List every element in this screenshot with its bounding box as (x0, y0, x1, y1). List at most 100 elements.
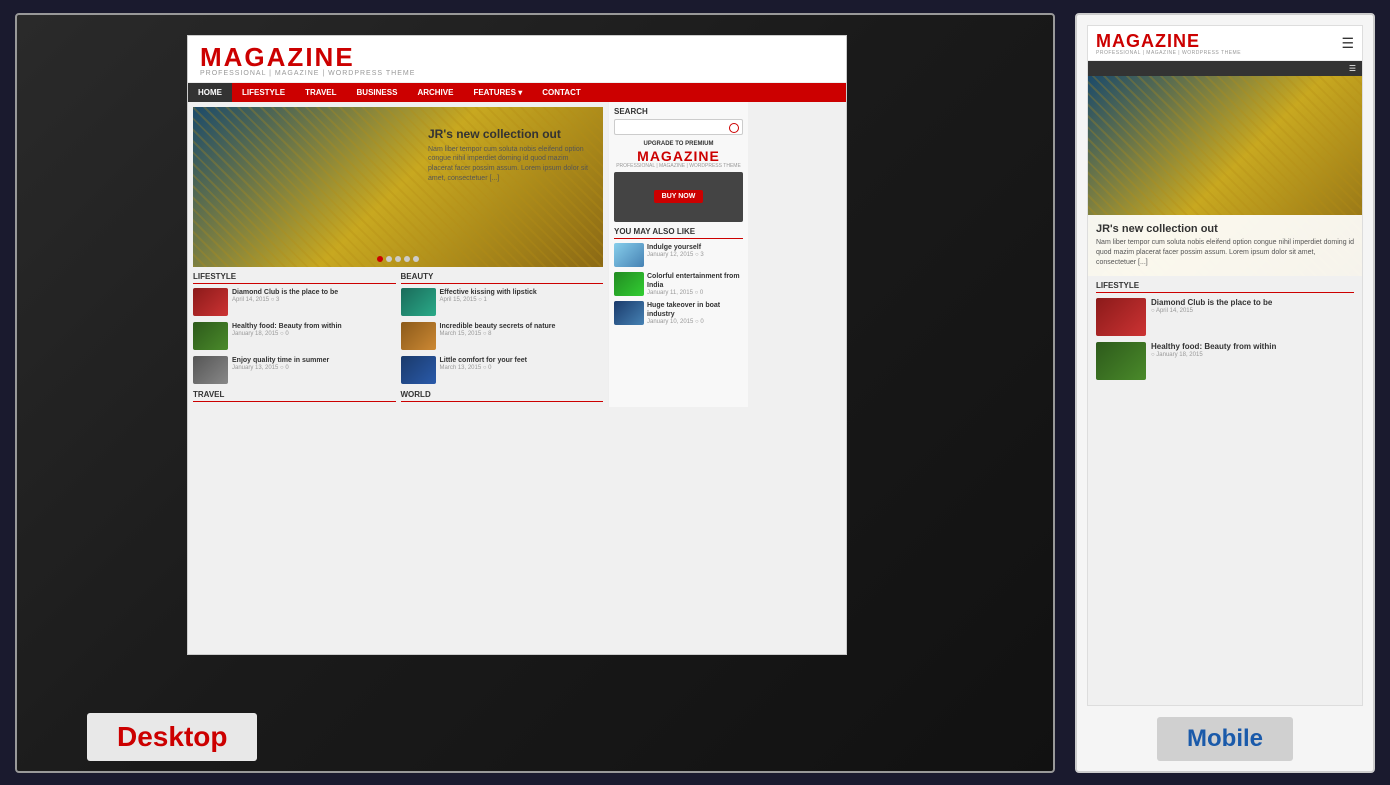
beauty-section: BEAUTY Effective kissing with lipstick A… (401, 272, 604, 402)
article-image (193, 288, 228, 316)
article-title: Little comfort for your feet (440, 356, 528, 365)
article-meta: March 15, 2015 ○ 8 (440, 331, 556, 337)
lifestyle-title: LIFESTYLE (193, 272, 396, 284)
mobile-logo-area: MAGAZINE PROFESSIONAL | MAGAZINE | WORDP… (1096, 32, 1241, 56)
article-title: Effective kissing with lipstick (440, 288, 537, 297)
mobile-mag-tagline: PROFESSIONAL | MAGAZINE | WORDPRESS THEM… (1096, 50, 1241, 56)
list-item: Incredible beauty secrets of nature Marc… (401, 322, 604, 350)
article-title: Indulge yourself (647, 243, 704, 252)
mobile-article-title: Healthy food: Beauty from within (1151, 342, 1276, 352)
carousel-dots (377, 256, 419, 262)
list-item: Colorful entertainment from India Januar… (614, 272, 743, 296)
mobile-magazine-mockup: MAGAZINE PROFESSIONAL | MAGAZINE | WORDP… (1087, 25, 1363, 706)
dot-3[interactable] (395, 256, 401, 262)
dot-1[interactable] (377, 256, 383, 262)
article-title: Colorful entertainment from India (647, 272, 743, 290)
article-text: Enjoy quality time in summer January 13,… (232, 356, 329, 384)
mobile-article-title: Diamond Club is the place to be (1151, 298, 1272, 308)
mag-hero-text: JR's new collection out Nam liber tempor… (428, 127, 588, 184)
article-thumbnail (614, 301, 644, 325)
article-meta: April 14, 2015 ○ 3 (232, 297, 338, 303)
article-thumbnail (614, 243, 644, 267)
article-text: Huge takeover in boat industry January 1… (647, 301, 743, 325)
article-meta: March 13, 2015 ○ 0 (440, 365, 528, 371)
mobile-article-meta: ○ January 18, 2015 (1151, 352, 1276, 358)
article-meta: January 12, 2015 ○ 3 (647, 252, 704, 258)
list-item: Indulge yourself January 12, 2015 ○ 3 (614, 243, 743, 267)
mag-hero: JR's new collection out Nam liber tempor… (193, 107, 603, 267)
nav-lifestyle[interactable]: LIFESTYLE (232, 83, 295, 102)
hero-description: Nam liber tempor cum soluta nobis eleife… (428, 145, 588, 184)
mobile-mag-logo: MAGAZINE (1096, 32, 1241, 50)
article-text: Little comfort for your feet March 13, 2… (440, 356, 528, 384)
dot-4[interactable] (404, 256, 410, 262)
mag-logo: MAGAZINE (200, 44, 834, 70)
mag-tagline: PROFESSIONAL | MAGAZINE | WORDPRESS THEM… (200, 70, 834, 77)
mobile-menu-indicator: ☰ (1349, 64, 1356, 73)
article-image (401, 322, 436, 350)
nav-business[interactable]: BUSINESS (347, 83, 408, 102)
buy-now-button[interactable]: BUY NOW (654, 190, 704, 203)
desktop-label-box: Desktop (87, 713, 257, 761)
list-item: Diamond Club is the place to be April 14… (193, 288, 396, 316)
lifestyle-section: LIFESTYLE Diamond Club is the place to b… (193, 272, 396, 402)
article-text: Healthy food: Beauty from within January… (232, 322, 342, 350)
list-item: Diamond Club is the place to be ○ April … (1096, 298, 1354, 336)
mobile-article-image (1096, 298, 1146, 336)
article-thumbnail (614, 272, 644, 296)
article-text: Indulge yourself January 12, 2015 ○ 3 (647, 243, 704, 267)
article-text: Incredible beauty secrets of nature Marc… (440, 322, 556, 350)
article-image (193, 322, 228, 350)
upgrade-preview-image: BUY NOW (614, 172, 743, 222)
mobile-lifestyle-title: LIFESTYLE (1096, 281, 1354, 293)
travel-label: TRAVEL (193, 390, 396, 402)
article-text: Colorful entertainment from India Januar… (647, 272, 743, 296)
dot-5[interactable] (413, 256, 419, 262)
nav-travel[interactable]: TRAVEL (295, 83, 346, 102)
upgrade-tagline: PROFESSIONAL | MAGAZINE | WORDPRESS THEM… (614, 163, 743, 169)
mobile-article-text: Healthy food: Beauty from within ○ Janua… (1151, 342, 1276, 380)
world-label: WORLD (401, 390, 604, 402)
article-meta: January 18, 2015 ○ 0 (232, 331, 342, 337)
article-meta: April 15, 2015 ○ 1 (440, 297, 537, 303)
hamburger-icon[interactable]: ☰ (1341, 35, 1354, 52)
mobile-hero: JR's new collection out Nam liber tempor… (1088, 76, 1362, 276)
desktop-label-text: Desktop (117, 721, 227, 752)
article-text: Diamond Club is the place to be April 14… (232, 288, 338, 316)
list-item: Enjoy quality time in summer January 13,… (193, 356, 396, 384)
mag-sections: LIFESTYLE Diamond Club is the place to b… (193, 272, 603, 402)
upgrade-section: UPGRADE TO PREMIUM MAGAZINE PROFESSIONAL… (614, 141, 743, 222)
dot-2[interactable] (386, 256, 392, 262)
mobile-lifestyle-section: LIFESTYLE Diamond Club is the place to b… (1088, 276, 1362, 391)
mobile-mag-header: MAGAZINE PROFESSIONAL | MAGAZINE | WORDP… (1088, 26, 1362, 61)
mobile-hero-title: JR's new collection out (1096, 223, 1354, 235)
article-image (401, 356, 436, 384)
mag-header: MAGAZINE PROFESSIONAL | MAGAZINE | WORDP… (188, 36, 846, 83)
article-image (193, 356, 228, 384)
article-text: Effective kissing with lipstick April 15… (440, 288, 537, 316)
mobile-hero-description: Nam liber tempor cum soluta nobis eleife… (1096, 238, 1354, 267)
mobile-panel: MAGAZINE PROFESSIONAL | MAGAZINE | WORDP… (1075, 13, 1375, 773)
nav-contact[interactable]: CONTACT (532, 83, 591, 102)
nav-features[interactable]: FEATURES ▾ (463, 83, 532, 102)
article-title: Diamond Club is the place to be (232, 288, 338, 297)
upgrade-logo: MAGAZINE (614, 149, 743, 163)
hero-title: JR's new collection out (428, 127, 588, 141)
article-meta: January 13, 2015 ○ 0 (232, 365, 329, 371)
article-image (401, 288, 436, 316)
mag-nav: HOME LIFESTYLE TRAVEL BUSINESS ARCHIVE F… (188, 83, 846, 102)
mobile-article-text: Diamond Club is the place to be ○ April … (1151, 298, 1272, 336)
search-box[interactable] (614, 119, 743, 135)
mag-sidebar: SEARCH UPGRADE TO PREMIUM MAGAZINE PROFE… (608, 102, 748, 407)
you-may-like-title: YOU MAY ALSO LIKE (614, 227, 743, 239)
mobile-article-meta: ○ April 14, 2015 (1151, 308, 1272, 314)
article-title: Incredible beauty secrets of nature (440, 322, 556, 331)
desktop-panel: MAGAZINE PROFESSIONAL | MAGAZINE | WORDP… (15, 13, 1055, 773)
mag-main: JR's new collection out Nam liber tempor… (188, 102, 608, 407)
nav-home[interactable]: HOME (188, 83, 232, 102)
search-label: SEARCH (614, 107, 743, 116)
list-item: Healthy food: Beauty from within January… (193, 322, 396, 350)
mobile-label-box: Mobile (1157, 717, 1293, 761)
nav-archive[interactable]: ARCHIVE (407, 83, 463, 102)
upgrade-label: UPGRADE TO PREMIUM (614, 141, 743, 147)
